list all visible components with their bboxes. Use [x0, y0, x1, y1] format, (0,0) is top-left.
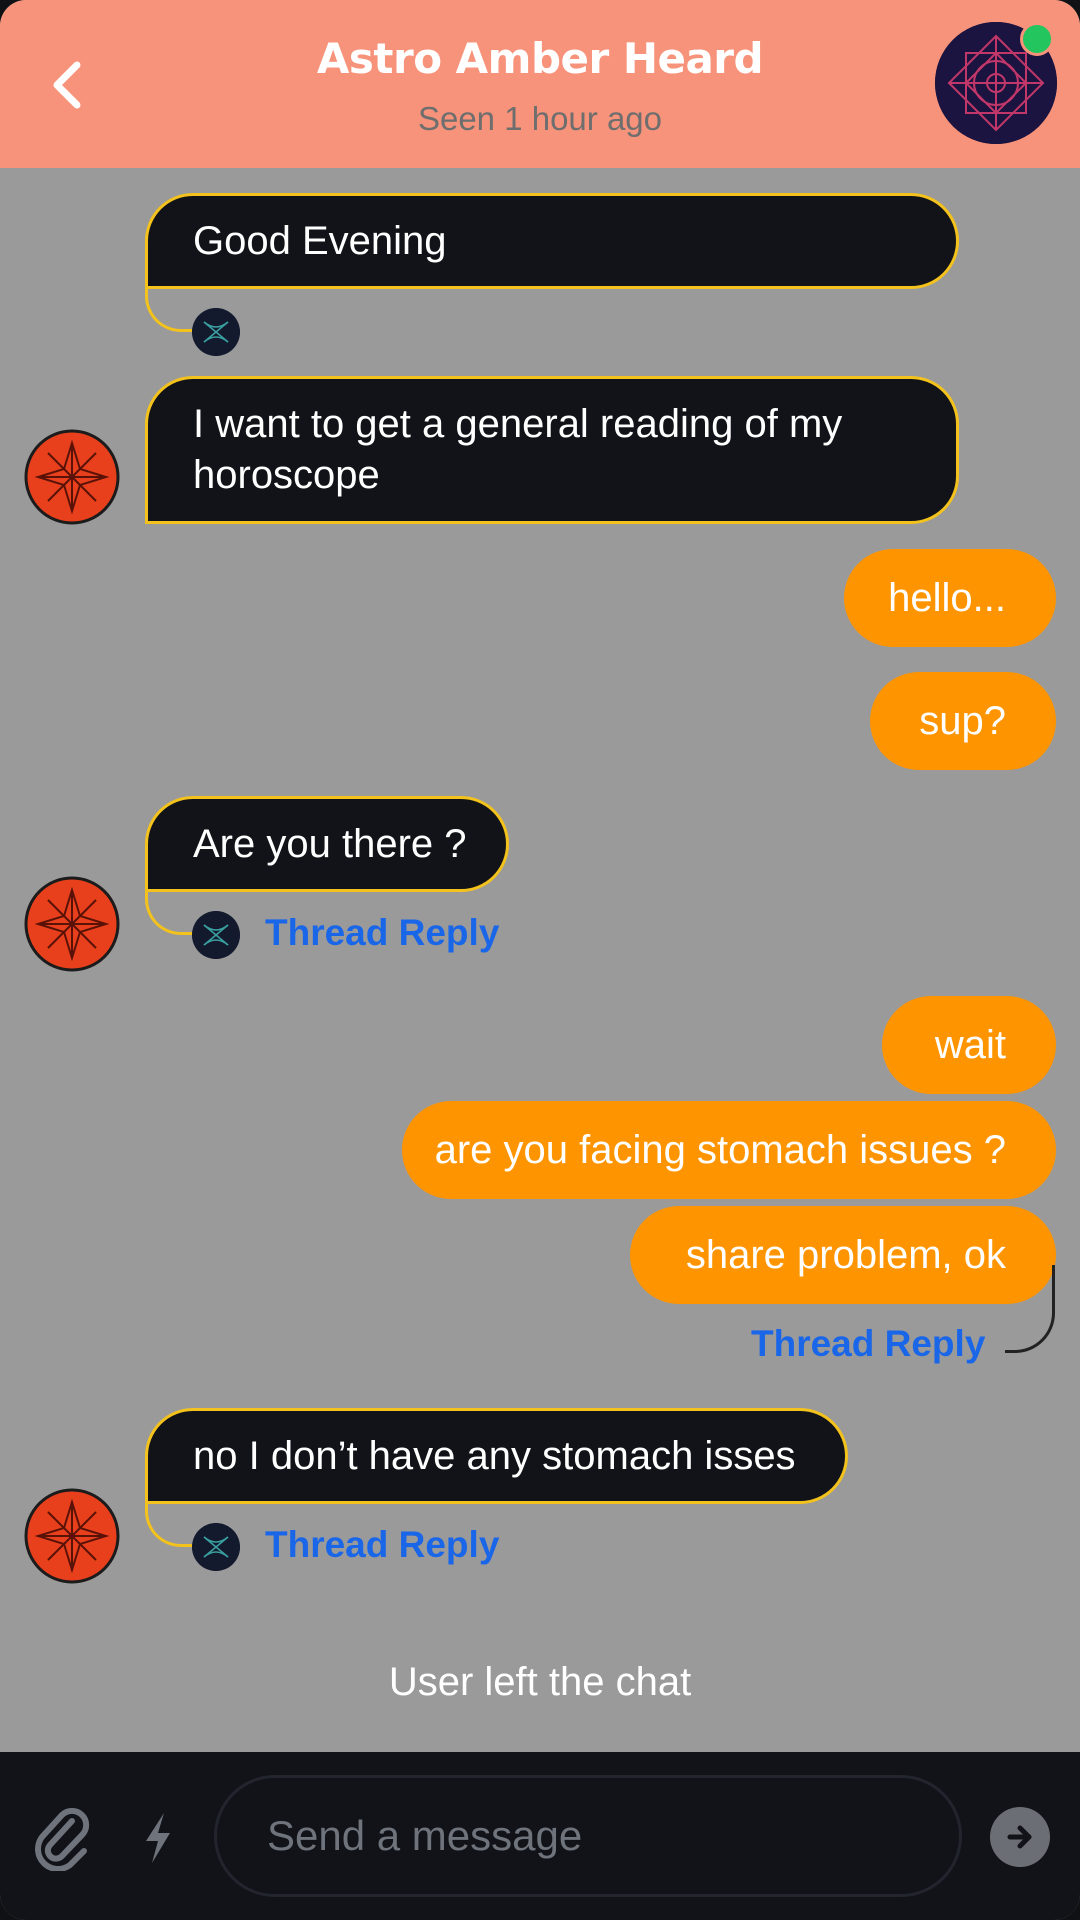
thread-connector	[145, 889, 195, 935]
message-text: sup?	[919, 698, 1006, 743]
thread-reply-link[interactable]: Thread Reply	[751, 1323, 985, 1365]
user-avatar[interactable]	[24, 1488, 120, 1584]
chat-screen: Astro Amber Heard Seen 1 hour ago Good E…	[0, 0, 1080, 1920]
message-text: hello...	[888, 575, 1006, 620]
online-indicator	[1020, 22, 1054, 56]
message-text: no I don’t have any stomach isses	[193, 1433, 796, 1478]
mandala-avatar-icon	[24, 876, 120, 972]
mini-avatar	[192, 911, 240, 959]
lightning-icon	[146, 1813, 170, 1863]
system-message: User left the chat	[388, 1660, 692, 1704]
user-avatar[interactable]	[24, 429, 120, 525]
outgoing-message-bubble[interactable]: sup?	[870, 672, 1056, 770]
last-seen-status: Seen 1 hour ago	[417, 100, 663, 137]
mini-avatar	[192, 308, 240, 356]
message-text: Are you there ?	[193, 821, 467, 866]
thread-connector	[145, 1501, 195, 1547]
message-bubble[interactable]: I want to get a general reading of my ho…	[145, 376, 959, 524]
message-text: I want to get a general reading of my ho…	[193, 402, 843, 497]
outgoing-message-bubble[interactable]: wait	[882, 996, 1056, 1094]
send-button[interactable]	[990, 1807, 1050, 1867]
chat-header: Astro Amber Heard Seen 1 hour ago	[0, 0, 1080, 168]
thread-connector	[145, 286, 195, 332]
mini-avatar	[192, 1523, 240, 1571]
paperclip-icon	[35, 1807, 90, 1872]
arrow-right-icon	[1007, 1825, 1032, 1849]
mandala-avatar-icon	[24, 1488, 120, 1584]
attach-button[interactable]	[32, 1805, 92, 1872]
channel-title: Astro Amber Heard	[316, 34, 764, 83]
message-text: are you facing stomach issues ?	[434, 1127, 1006, 1172]
message-bubble[interactable]: no I don’t have any stomach isses	[145, 1408, 848, 1504]
astro-mini-icon	[192, 308, 240, 356]
astro-mini-icon	[192, 911, 240, 959]
thread-reply-link[interactable]: Thread Reply	[265, 912, 499, 954]
astro-mini-icon	[192, 1523, 240, 1571]
outgoing-message-bubble[interactable]: are you facing stomach issues ?	[402, 1101, 1056, 1199]
mandala-avatar-icon	[24, 429, 120, 525]
message-input[interactable]	[214, 1775, 962, 1897]
message-bubble[interactable]: Good Evening	[145, 193, 959, 289]
outgoing-message-bubble[interactable]: share problem, ok	[630, 1206, 1056, 1304]
thread-reply-link[interactable]: Thread Reply	[265, 1524, 499, 1566]
thread-connector	[1005, 1265, 1055, 1353]
message-text: share problem, ok	[685, 1232, 1006, 1277]
message-text: Good Evening	[193, 218, 447, 263]
user-avatar[interactable]	[24, 876, 120, 972]
commands-button[interactable]	[138, 1805, 178, 1871]
outgoing-message-bubble[interactable]: hello...	[844, 549, 1056, 647]
message-bubble[interactable]: Are you there ?	[145, 796, 509, 892]
message-text: wait	[934, 1022, 1006, 1067]
